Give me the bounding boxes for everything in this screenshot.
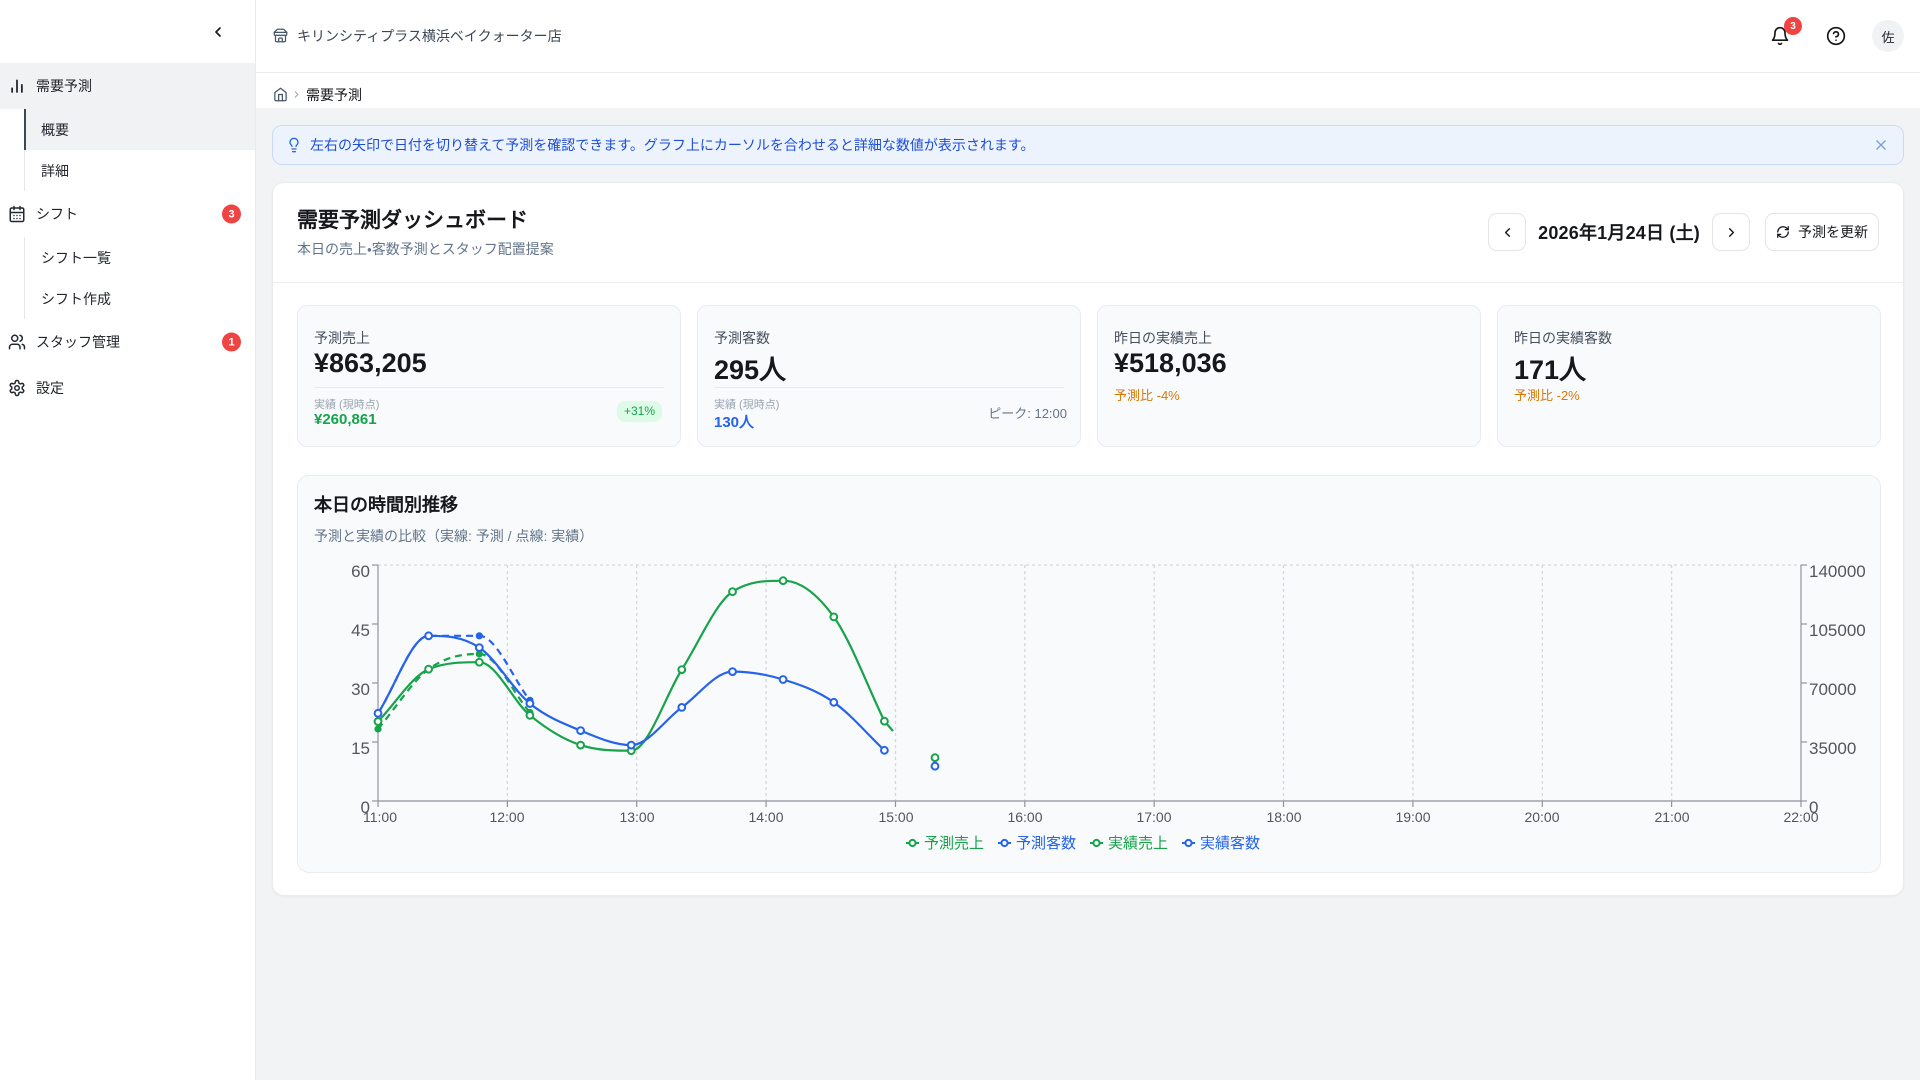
svg-text:35000: 35000 [1809, 739, 1856, 758]
svg-text:45: 45 [351, 621, 370, 640]
svg-text:12:00: 12:00 [489, 809, 524, 825]
svg-text:60: 60 [351, 562, 370, 581]
svg-text:15: 15 [351, 739, 370, 758]
svg-text:30: 30 [351, 680, 370, 699]
svg-text:11:00: 11:00 [363, 809, 397, 825]
svg-text:予測客数: 予測客数 [1016, 835, 1076, 852]
svg-text:17:00: 17:00 [1136, 809, 1171, 825]
svg-text:105000: 105000 [1809, 621, 1866, 640]
svg-text:16:00: 16:00 [1007, 809, 1042, 825]
svg-text:70000: 70000 [1809, 680, 1856, 699]
svg-text:21:00: 21:00 [1654, 809, 1689, 825]
svg-text:18:00: 18:00 [1266, 809, 1301, 825]
svg-text:140000: 140000 [1809, 562, 1866, 581]
svg-text:19:00: 19:00 [1395, 809, 1430, 825]
svg-text:20:00: 20:00 [1524, 809, 1559, 825]
svg-text:実績客数: 実績客数 [1200, 835, 1260, 852]
svg-text:予測売上: 予測売上 [924, 835, 984, 852]
svg-text:14:00: 14:00 [748, 809, 783, 825]
svg-text:0: 0 [1809, 798, 1818, 817]
svg-text:実績売上: 実績売上 [1108, 835, 1168, 852]
svg-text:15:00: 15:00 [878, 809, 913, 825]
svg-text:13:00: 13:00 [619, 809, 654, 825]
